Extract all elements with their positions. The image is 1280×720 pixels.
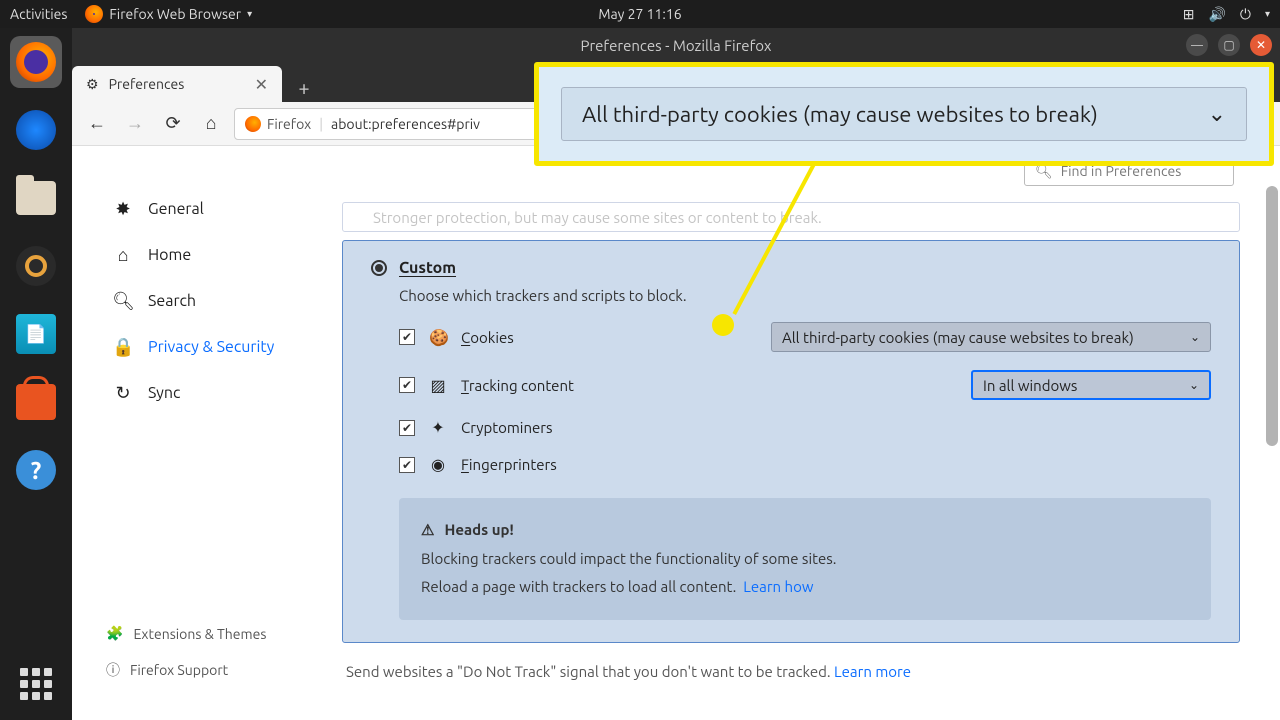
tab-preferences[interactable]: ⚙ Preferences ✕ [72, 66, 282, 102]
forward-button[interactable]: → [120, 109, 150, 139]
learn-more-link[interactable]: Learn more [834, 663, 911, 680]
callout-dropdown-zoom: All third-party cookies (may cause websi… [561, 87, 1247, 141]
cookies-label: Cookies [461, 329, 514, 346]
search-icon: 🔍︎ [112, 291, 134, 312]
tracking-icon: ▨ [429, 376, 447, 395]
home-icon: ⌂ [112, 245, 134, 266]
sidebar-item-privacy[interactable]: 🔒Privacy & Security [106, 324, 322, 370]
tracking-custom-panel: Custom Choose which trackers and scripts… [342, 240, 1240, 643]
activities-button[interactable]: Activities [10, 6, 67, 22]
chevron-down-icon: ▾ [247, 8, 252, 20]
help-icon: ⓘ [106, 660, 120, 680]
show-applications-button[interactable] [20, 668, 52, 700]
cookies-checkbox[interactable]: ✔ [399, 329, 415, 345]
window-title-bar: Preferences - Mozilla Firefox — ▢ ✕ [72, 28, 1280, 62]
shopping-bag-icon [16, 384, 56, 420]
files-icon [16, 181, 56, 215]
tracking-checkbox[interactable]: ✔ [399, 377, 415, 393]
annotation-callout: All third-party cookies (may cause websi… [534, 62, 1274, 166]
music-icon [16, 246, 56, 286]
cryptominers-checkbox[interactable]: ✔ [399, 420, 415, 436]
minimize-button[interactable]: — [1186, 34, 1208, 56]
chevron-down-icon: ⌄ [1189, 378, 1199, 392]
do-not-track-text: Send websites a "Do Not Track" signal th… [342, 663, 1240, 680]
lock-icon: 🔒 [112, 337, 134, 358]
warning-icon: ⚠ [421, 516, 434, 545]
new-tab-button[interactable]: + [286, 72, 322, 102]
volume-icon[interactable]: 🔊 [1208, 6, 1225, 23]
app-menu[interactable]: Firefox Web Browser ▾ [85, 5, 252, 23]
cookie-icon: 🍪 [429, 328, 447, 347]
close-button[interactable]: ✕ [1250, 34, 1272, 56]
learn-how-link[interactable]: Learn how [743, 578, 813, 595]
window-title: Preferences - Mozilla Firefox [581, 37, 772, 54]
help-icon: ? [16, 450, 56, 490]
tracking-custom-description: Choose which trackers and scripts to blo… [399, 287, 1211, 304]
gear-icon: ✸ [112, 199, 134, 220]
tracking-content-label: Tracking content [461, 377, 574, 394]
power-icon[interactable]: ⏻ [1240, 6, 1251, 23]
reload-button[interactable]: ⟳ [158, 109, 188, 139]
ubuntu-dock: 📄 ? [0, 28, 72, 720]
dock-thunderbird[interactable] [10, 104, 62, 156]
clock[interactable]: May 27 11:16 [598, 6, 681, 22]
document-icon: 📄 [16, 314, 56, 354]
preferences-sidebar: ✸General ⌂Home 🔍︎Search 🔒Privacy & Secur… [72, 146, 332, 720]
cryptominers-label: Cryptominers [461, 419, 553, 436]
firefox-icon [245, 116, 261, 132]
dock-help[interactable]: ? [10, 444, 62, 496]
firefox-icon [16, 42, 56, 82]
tracking-dropdown[interactable]: In all windows⌄ [971, 370, 1211, 400]
back-button[interactable]: ← [82, 109, 112, 139]
fingerprinters-checkbox[interactable]: ✔ [399, 457, 415, 473]
fingerprint-icon: ◉ [429, 455, 447, 474]
firefox-support-link[interactable]: ⓘFirefox Support [106, 660, 322, 680]
dock-libreoffice[interactable]: 📄 [10, 308, 62, 360]
heads-up-notice: ⚠Heads up! Blocking trackers could impac… [399, 498, 1211, 620]
preferences-content: ✸General ⌂Home 🔍︎Search 🔒Privacy & Secur… [72, 146, 1280, 720]
dock-files[interactable] [10, 172, 62, 224]
sync-icon: ↻ [112, 383, 134, 404]
thunderbird-icon [16, 110, 56, 150]
dock-software[interactable] [10, 376, 62, 428]
sidebar-item-general[interactable]: ✸General [106, 186, 322, 232]
chevron-down-icon: ⌄ [1190, 330, 1200, 344]
dock-firefox[interactable] [10, 36, 62, 88]
dock-rhythmbox[interactable] [10, 240, 62, 292]
sidebar-item-sync[interactable]: ↻Sync [106, 370, 322, 416]
chevron-down-icon: ▾ [1265, 8, 1270, 20]
tracking-custom-radio[interactable]: Custom [371, 259, 1211, 277]
network-icon[interactable]: ⊞ [1183, 6, 1195, 23]
extensions-themes-link[interactable]: 🧩Extensions & Themes [106, 625, 322, 642]
maximize-button[interactable]: ▢ [1218, 34, 1240, 56]
sidebar-item-search[interactable]: 🔍︎Search [106, 278, 322, 324]
home-button[interactable]: ⌂ [196, 109, 226, 139]
chevron-down-icon: ⌄ [1208, 101, 1226, 127]
radio-selected-icon [371, 260, 387, 276]
sidebar-item-home[interactable]: ⌂Home [106, 232, 322, 278]
fingerprinters-label: Fingerprinters [461, 456, 557, 473]
gear-icon: ⚙ [86, 76, 99, 93]
close-tab-button[interactable]: ✕ [255, 75, 268, 94]
cookies-dropdown[interactable]: All third-party cookies (may cause websi… [771, 322, 1211, 352]
preferences-main: 🔍︎ Find in Preferences Stronger protecti… [332, 146, 1280, 720]
puzzle-icon: 🧩 [106, 625, 123, 642]
annotation-pointer-dot [712, 314, 734, 336]
gnome-top-bar: Activities Firefox Web Browser ▾ May 27 … [0, 0, 1280, 28]
cryptominer-icon: ✦ [429, 418, 447, 437]
